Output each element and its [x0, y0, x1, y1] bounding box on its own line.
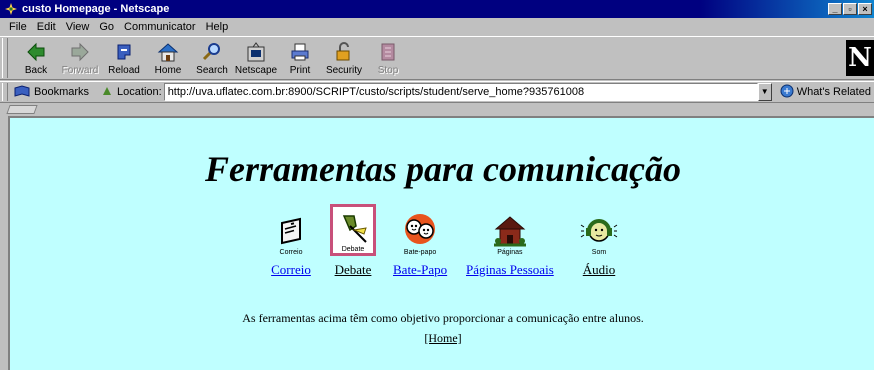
location-label-text: Location: — [117, 86, 162, 98]
tool-correio-link[interactable]: Correio — [271, 262, 311, 278]
window-title: custo Homepage - Netscape — [22, 3, 170, 15]
print-label: Print — [289, 65, 311, 76]
whats-related-icon — [780, 84, 794, 101]
search-button[interactable]: Search — [190, 38, 234, 78]
back-arrow-icon — [25, 41, 47, 63]
forward-button[interactable]: Forward — [58, 38, 102, 78]
collapsed-toolbar-tab[interactable] — [6, 105, 38, 114]
netscape-icon — [245, 41, 267, 63]
reload-button[interactable]: Reload — [102, 38, 146, 78]
location-label: Location: — [101, 85, 162, 100]
tool-bate-papo-link[interactable]: Bate-Papo — [393, 262, 447, 278]
reload-icon — [113, 41, 135, 63]
forward-label: Forward — [61, 65, 99, 76]
tool-debate[interactable]: Debate Debate — [330, 204, 376, 278]
minimize-button[interactable]: _ — [828, 3, 842, 15]
location-pin-icon — [101, 85, 113, 100]
print-icon — [289, 41, 311, 63]
tool-correio-image[interactable]: Correio — [268, 204, 314, 256]
headphones-face-icon — [580, 219, 618, 242]
bookmarks-icon — [14, 84, 30, 100]
netscape-throbber-logo[interactable]: N — [846, 40, 874, 76]
house-icon — [493, 216, 526, 247]
tool-paginas-link[interactable]: Páginas Pessoais — [466, 262, 554, 278]
bookmarks-button[interactable]: Bookmarks — [14, 84, 90, 100]
print-button[interactable]: Print — [278, 38, 322, 78]
home-link-wrapper: [Home] — [10, 331, 874, 346]
search-label: Search — [196, 65, 228, 76]
chat-faces-icon — [405, 214, 436, 244]
whats-related-button[interactable]: What's Related — [780, 84, 871, 101]
home-link[interactable]: [Home] — [424, 331, 461, 345]
whats-related-label: What's Related — [796, 86, 871, 98]
home-label: Home — [154, 65, 182, 76]
security-label: Security — [325, 65, 363, 76]
bookmarks-label: Bookmarks — [34, 86, 90, 98]
back-label: Back — [24, 65, 48, 76]
stop-label: Stop — [377, 65, 399, 76]
tool-som-caption: Som — [591, 249, 607, 256]
netscape-button[interactable]: Netscape — [234, 38, 278, 78]
netscape-app-icon — [4, 2, 18, 16]
tool-som-image[interactable]: Som — [576, 204, 622, 256]
tool-correio[interactable]: Correio Correio — [268, 204, 314, 278]
menu-file[interactable]: File — [4, 21, 32, 33]
home-button[interactable]: Home — [146, 38, 190, 78]
netscape-label: Netscape — [234, 65, 278, 76]
tool-debate-caption: Debate — [341, 246, 365, 253]
pushpin-icon — [342, 215, 367, 243]
menu-help[interactable]: Help — [201, 21, 234, 33]
url-input[interactable] — [163, 83, 758, 101]
close-button[interactable]: × — [858, 3, 872, 15]
tools-description: As ferramentas acima têm como objetivo p… — [242, 311, 644, 325]
tool-debate-image[interactable]: Debate — [330, 204, 376, 256]
toolbar-tab-strip — [0, 104, 874, 116]
menu-edit[interactable]: Edit — [32, 21, 61, 33]
menu-go[interactable]: Go — [94, 21, 119, 33]
window-titlebar[interactable]: custo Homepage - Netscape _ ▫ × — [0, 0, 874, 18]
tool-bate-papo[interactable]: Bate-papo Bate-Papo — [393, 204, 447, 278]
home-icon — [157, 41, 179, 63]
tool-correio-caption: Correio — [279, 249, 303, 256]
page-heading: Ferramentas para comunicação — [204, 149, 681, 189]
url-history-dropdown[interactable]: ▼ — [757, 83, 772, 101]
tool-bate-papo-caption: Bate-papo — [403, 249, 437, 256]
menu-view[interactable]: View — [61, 21, 95, 33]
search-icon — [201, 41, 223, 63]
security-icon — [333, 41, 355, 63]
forward-arrow-icon — [69, 41, 91, 63]
stop-button[interactable]: Stop — [366, 38, 410, 78]
mail-icon — [281, 217, 301, 245]
tool-paginas-image[interactable]: Páginas — [487, 204, 533, 256]
tool-paginas[interactable]: Páginas Páginas Pessoais — [466, 204, 554, 278]
tool-som[interactable]: Som Áudio — [576, 204, 622, 278]
page-content: Ferramentas para comunicação Correio Cor… — [8, 116, 874, 370]
reload-label: Reload — [108, 65, 140, 76]
tool-som-link[interactable]: Áudio — [583, 262, 616, 278]
toolbar-grip[interactable] — [2, 38, 8, 78]
maximize-button[interactable]: ▫ — [843, 3, 857, 15]
security-button[interactable]: Security — [322, 38, 366, 78]
location-toolbar: Bookmarks Location: ▼ What's Related — [0, 81, 874, 103]
menu-bar: File Edit View Go Communicator Help — [0, 18, 874, 35]
tool-paginas-caption: Páginas — [497, 249, 523, 256]
stop-icon — [377, 41, 399, 63]
navigation-toolbar: Back Forward Reload Home Search Netscape — [0, 36, 874, 80]
back-button[interactable]: Back — [14, 38, 58, 78]
tool-bate-papo-image[interactable]: Bate-papo — [397, 204, 443, 256]
location-toolbar-grip[interactable] — [2, 83, 8, 101]
tool-debate-link[interactable]: Debate — [335, 262, 372, 278]
menu-communicator[interactable]: Communicator — [119, 21, 201, 33]
